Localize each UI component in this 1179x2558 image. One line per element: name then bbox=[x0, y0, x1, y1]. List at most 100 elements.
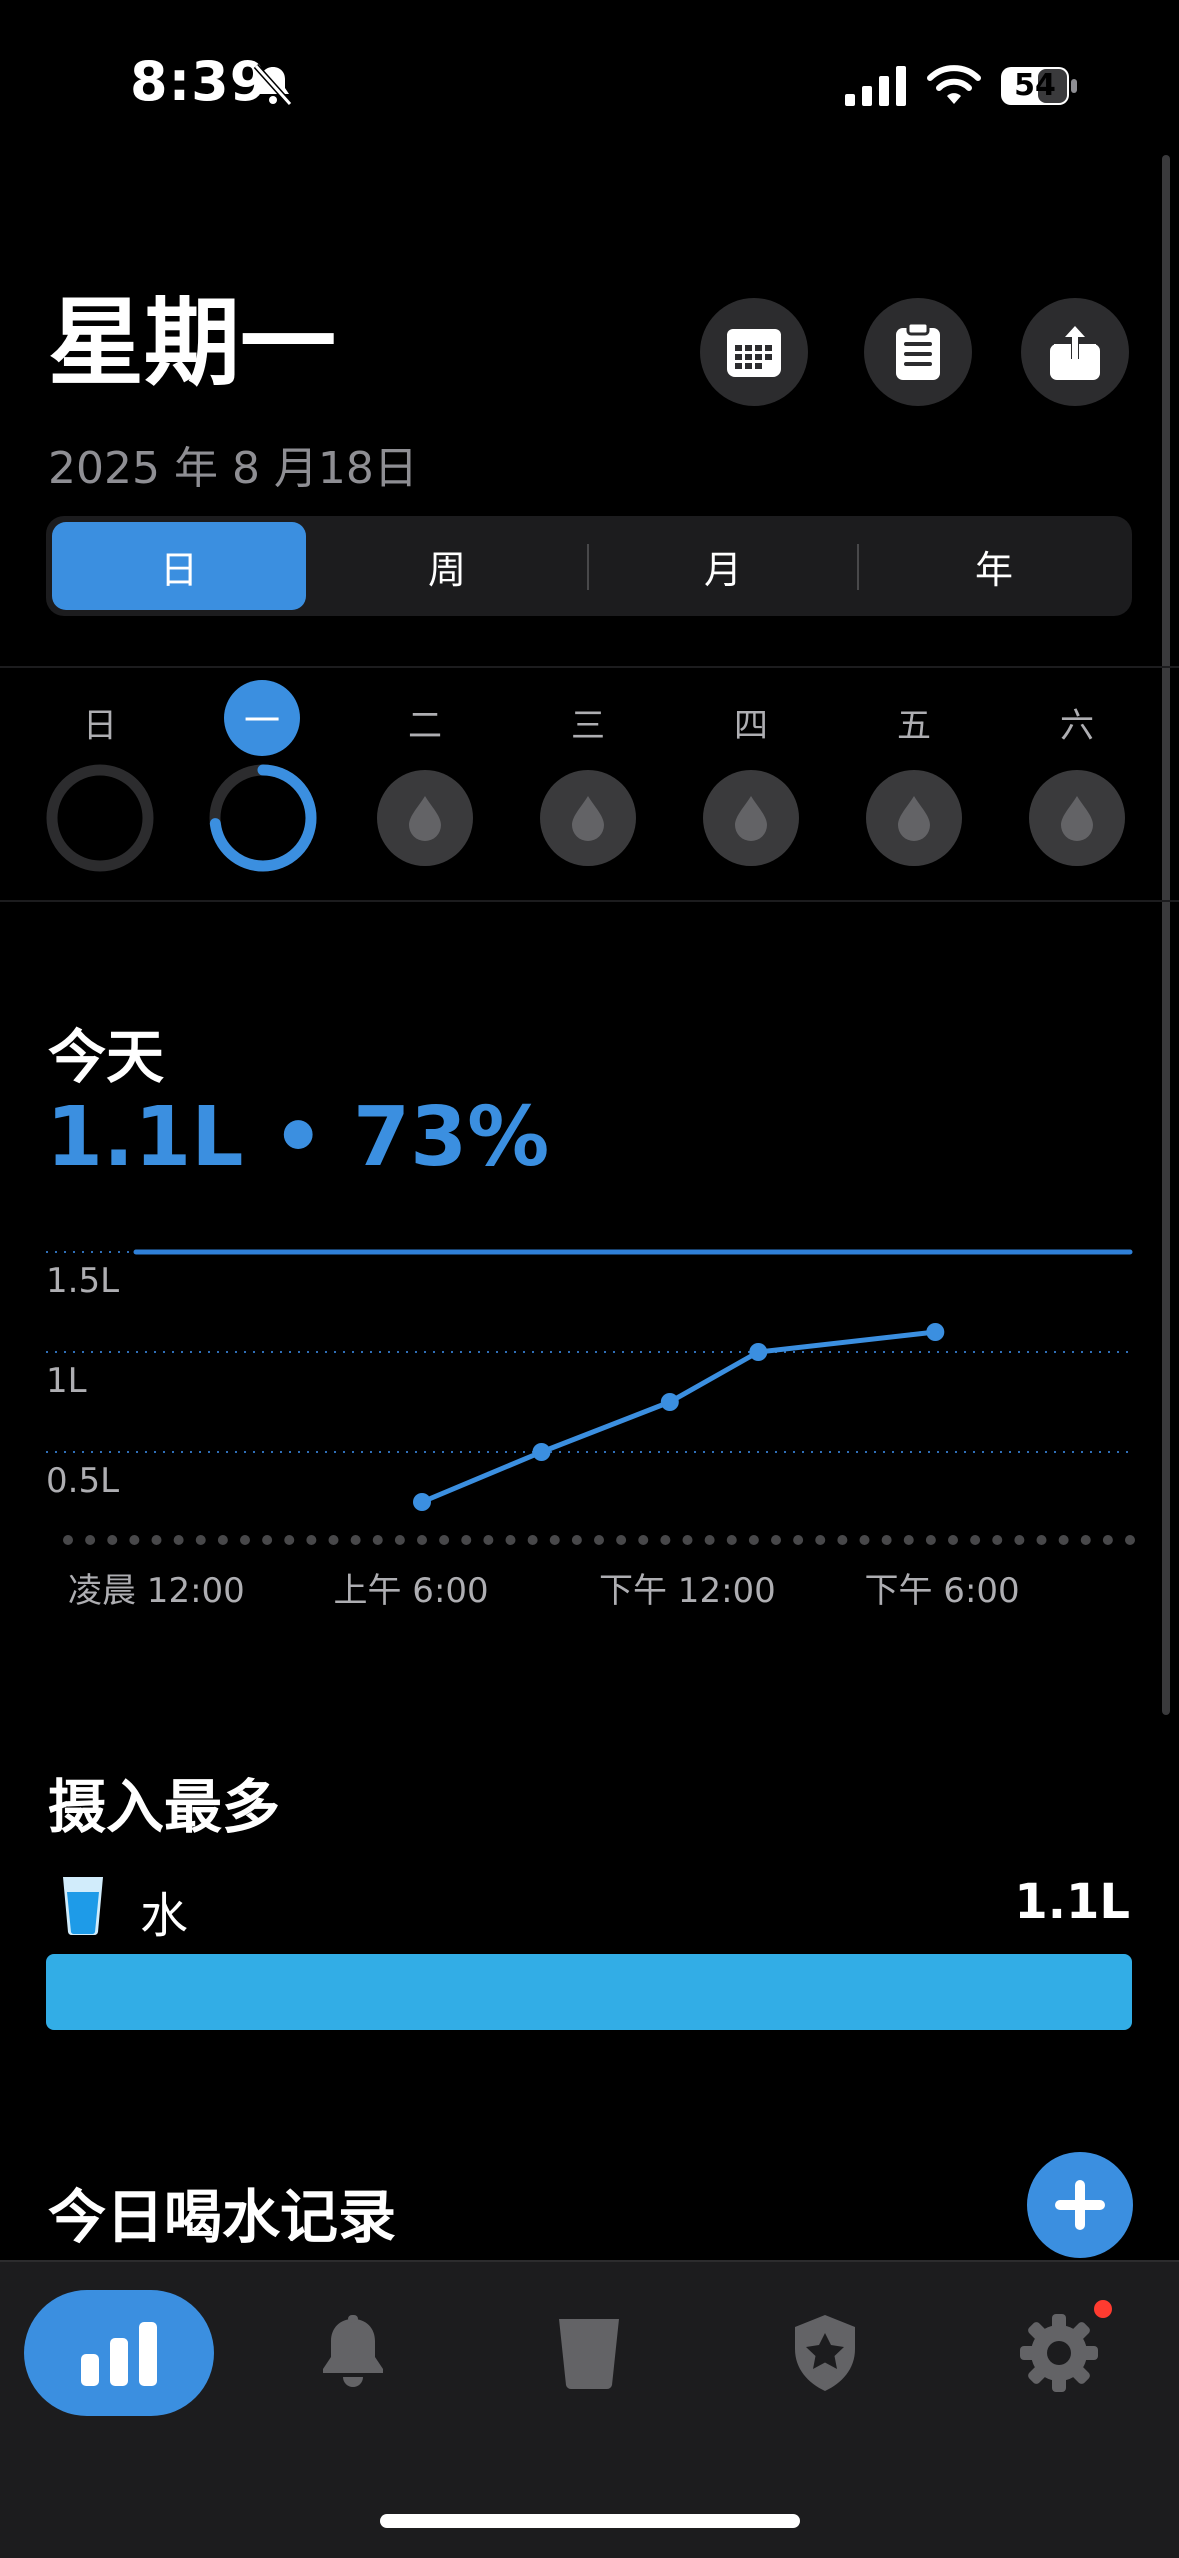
battery-level: 54 bbox=[1014, 68, 1056, 103]
time-axis-dot bbox=[925, 1535, 936, 1545]
time-axis-dot bbox=[616, 1535, 627, 1545]
time-axis-dot bbox=[195, 1535, 206, 1545]
cellular-signal-icon bbox=[845, 66, 906, 106]
time-axis-dot bbox=[372, 1535, 383, 1545]
most-intake-title: 摄入最多 bbox=[48, 1773, 281, 1841]
drink-name: 水 bbox=[140, 1888, 189, 1944]
time-axis-dot bbox=[306, 1535, 317, 1545]
tab-reminders[interactable] bbox=[278, 2290, 428, 2416]
day-drop-wed[interactable] bbox=[540, 770, 636, 866]
calendar-button[interactable] bbox=[700, 298, 808, 406]
time-axis-dot bbox=[129, 1535, 140, 1545]
time-axis-dot bbox=[970, 1535, 981, 1545]
clipboard-button[interactable] bbox=[864, 298, 972, 406]
weekday-label-tue: 二 bbox=[408, 706, 442, 746]
weekday-label-wed: 三 bbox=[571, 706, 605, 746]
water-drop-icon bbox=[1061, 796, 1093, 841]
time-axis-dot bbox=[63, 1535, 73, 1545]
weekday-label-sat: 六 bbox=[1060, 706, 1094, 746]
cup-icon bbox=[559, 2319, 619, 2390]
time-axis-dot bbox=[793, 1535, 804, 1545]
data-point bbox=[749, 1343, 768, 1361]
weekday-label-thu: 四 bbox=[734, 706, 768, 746]
water-drop-icon bbox=[898, 796, 930, 841]
bar-chart-icon bbox=[81, 2322, 157, 2386]
time-axis-dot bbox=[527, 1535, 538, 1545]
drink-share-fill bbox=[46, 1954, 1132, 2030]
segment-month[interactable]: 月 bbox=[592, 522, 854, 610]
time-axis-dot bbox=[726, 1535, 737, 1545]
page-title: 星期一 bbox=[48, 287, 336, 399]
drink-share-bar bbox=[46, 1954, 1132, 2030]
weekday-label-fri: 五 bbox=[897, 706, 931, 746]
water-drop-icon bbox=[735, 796, 767, 841]
time-axis-dot bbox=[151, 1535, 162, 1545]
period-segmented-control: 日 周 月 年 bbox=[46, 516, 1132, 616]
time-axis-dot bbox=[815, 1535, 826, 1545]
time-axis-dot bbox=[350, 1535, 361, 1545]
weekday-label-mon-selected[interactable]: 一 bbox=[224, 680, 300, 756]
time-axis-dot bbox=[638, 1535, 649, 1545]
time-axis-dot bbox=[262, 1535, 273, 1545]
intake-line-chart: 1.5L 1L 0.5L 凌晨 12:00 上午 6:00 下午 12:00 下午 6:0… bbox=[46, 1249, 1135, 1611]
time-axis-dot bbox=[1014, 1535, 1025, 1545]
drink-amount: 1.1L bbox=[1014, 1874, 1130, 1930]
add-drink-button[interactable] bbox=[1027, 2152, 1133, 2258]
y-tick-label: 1.5L bbox=[46, 1261, 119, 1301]
day-progress-ring-sun[interactable] bbox=[46, 764, 154, 872]
time-axis-dot bbox=[85, 1535, 96, 1545]
time-axis-dot bbox=[549, 1535, 560, 1545]
time-axis-dot bbox=[439, 1535, 450, 1545]
tab-achievements[interactable] bbox=[750, 2290, 900, 2416]
segment-year[interactable]: 年 bbox=[862, 522, 1126, 610]
time-axis-dot bbox=[992, 1535, 1003, 1545]
time-axis-dot bbox=[1102, 1535, 1113, 1545]
time-axis-dot bbox=[1080, 1535, 1091, 1545]
x-tick-label: 下午 6:00 bbox=[865, 1571, 1020, 1611]
time-axis-dot bbox=[1125, 1535, 1135, 1545]
settings-notification-dot bbox=[1094, 2300, 1112, 2318]
battery-icon: 54 bbox=[1000, 66, 1078, 106]
time-axis-dot bbox=[417, 1535, 427, 1545]
data-point bbox=[413, 1493, 431, 1511]
x-tick-label: 上午 6:00 bbox=[334, 1571, 489, 1611]
time-axis-dot bbox=[682, 1535, 693, 1545]
time-axis-dot bbox=[505, 1535, 516, 1545]
y-tick-label: 1L bbox=[46, 1361, 87, 1401]
tab-drinks[interactable] bbox=[514, 2290, 664, 2416]
home-indicator[interactable] bbox=[380, 2514, 800, 2528]
today-intake-value: 1.1L • 73% bbox=[46, 1090, 550, 1185]
time-axis-dot bbox=[660, 1535, 671, 1545]
day-drop-thu[interactable] bbox=[703, 770, 799, 866]
gear-icon bbox=[1020, 2314, 1098, 2392]
time-axis-dot bbox=[594, 1535, 604, 1545]
segment-week[interactable]: 周 bbox=[312, 522, 582, 610]
y-tick-label: 0.5L bbox=[46, 1461, 119, 1501]
day-drop-tue[interactable] bbox=[377, 770, 473, 866]
data-point bbox=[532, 1443, 551, 1461]
x-tick-label: 凌晨 12:00 bbox=[68, 1571, 245, 1611]
time-axis-dot bbox=[748, 1535, 759, 1545]
tab-statistics[interactable] bbox=[24, 2290, 214, 2416]
plus-icon bbox=[1055, 2180, 1105, 2230]
time-axis-dot bbox=[859, 1535, 870, 1545]
water-drop-icon bbox=[409, 796, 441, 841]
day-drop-fri[interactable] bbox=[866, 770, 962, 866]
segment-day[interactable]: 日 bbox=[52, 522, 306, 610]
day-drop-sat[interactable] bbox=[1029, 770, 1125, 866]
time-axis-dot bbox=[461, 1535, 472, 1545]
day-progress-ring-mon[interactable] bbox=[209, 764, 317, 872]
time-axis-dot bbox=[837, 1535, 848, 1545]
clipboard-icon bbox=[896, 322, 940, 380]
weekday-label-sun: 日 bbox=[83, 706, 117, 746]
time-axis-dot bbox=[394, 1535, 405, 1545]
time-axis-dot bbox=[173, 1535, 184, 1545]
status-time: 8:39 bbox=[130, 50, 269, 113]
share-button[interactable] bbox=[1021, 298, 1129, 406]
time-axis-dot bbox=[328, 1535, 339, 1545]
series-line bbox=[421, 1329, 936, 1505]
today-label: 今天 bbox=[48, 1023, 165, 1091]
time-axis-dot bbox=[704, 1535, 715, 1545]
date-subtitle: 2025 年 8 月18日 bbox=[48, 443, 418, 494]
time-axis-dot bbox=[881, 1535, 892, 1545]
